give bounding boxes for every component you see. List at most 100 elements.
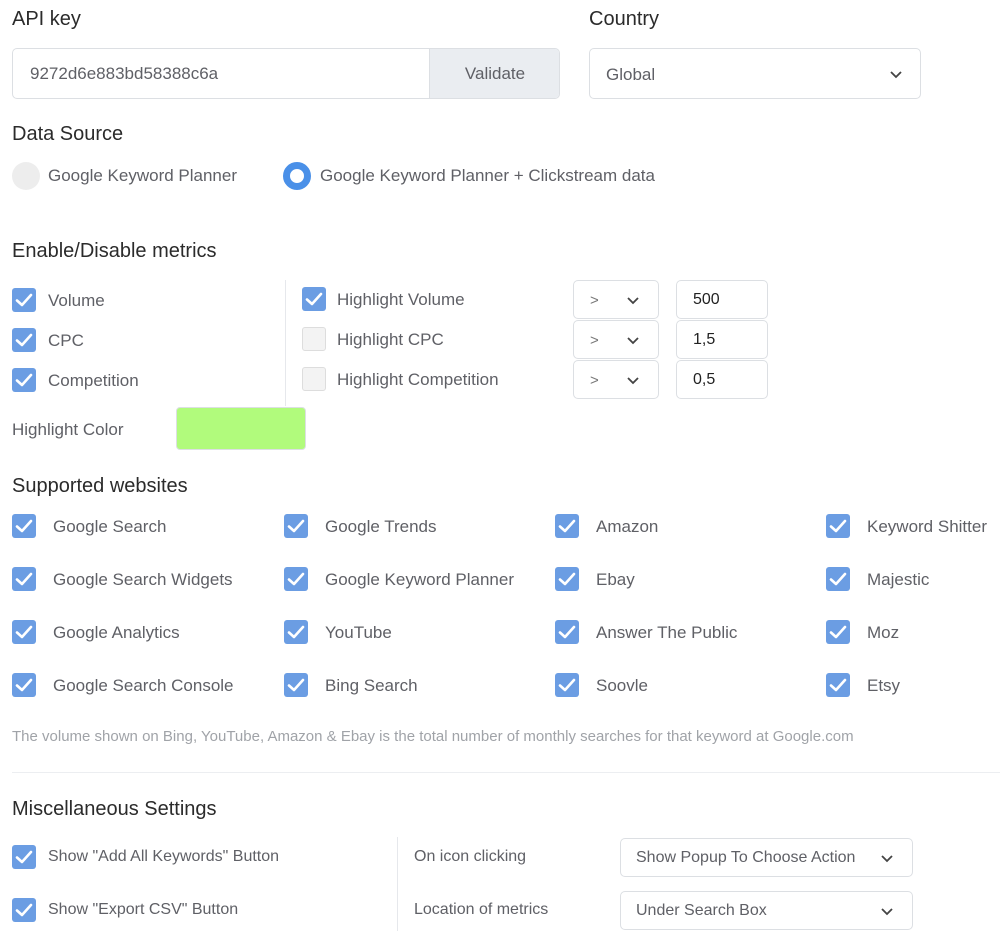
operator-value: > bbox=[590, 292, 599, 309]
website-checkbox[interactable] bbox=[284, 567, 308, 591]
country-selected-value: Global bbox=[606, 65, 656, 84]
threshold-value: 0,5 bbox=[693, 371, 716, 388]
website-checkbox[interactable] bbox=[555, 620, 579, 644]
misc-label: Miscellaneous Settings bbox=[12, 798, 217, 820]
websites-label: Supported websites bbox=[12, 475, 188, 497]
validate-button[interactable]: Validate bbox=[429, 49, 559, 98]
location-of-metrics-select[interactable]: Under Search Box bbox=[620, 891, 913, 930]
cpc-threshold-input[interactable]: 1,5 bbox=[676, 320, 768, 359]
checkmark-icon bbox=[15, 519, 33, 533]
website-checkbox[interactable] bbox=[555, 514, 579, 538]
checkmark-icon bbox=[287, 625, 305, 639]
checkmark-icon bbox=[287, 519, 305, 533]
website-label: Etsy bbox=[867, 676, 901, 695]
on-icon-clicking-label: On icon clicking bbox=[414, 848, 527, 865]
show-add-all-keywords-checkbox[interactable] bbox=[12, 845, 36, 869]
radio-google-keyword-planner[interactable] bbox=[12, 162, 40, 190]
website-label: Soovle bbox=[596, 676, 648, 695]
chevron-down-icon bbox=[627, 337, 639, 345]
volume-checkbox[interactable] bbox=[12, 288, 36, 312]
api-key-input[interactable]: 9272d6e883bd58388c6a bbox=[30, 64, 218, 84]
volume-threshold-input[interactable]: 500 bbox=[676, 280, 768, 319]
country-select[interactable]: Global bbox=[589, 48, 921, 99]
competition-operator-select[interactable]: > bbox=[573, 360, 659, 399]
website-checkbox[interactable] bbox=[12, 620, 36, 644]
checkmark-icon bbox=[558, 572, 576, 586]
chevron-down-icon bbox=[881, 855, 893, 863]
checkmark-icon bbox=[829, 519, 847, 533]
highlight-color-picker[interactable] bbox=[176, 407, 306, 450]
website-checkbox[interactable] bbox=[284, 620, 308, 644]
highlight-color-label: Highlight Color bbox=[12, 420, 124, 439]
website-checkbox[interactable] bbox=[284, 514, 308, 538]
divider bbox=[397, 837, 398, 931]
checkmark-icon bbox=[15, 850, 33, 864]
website-label: YouTube bbox=[325, 623, 392, 642]
cpc-checkbox[interactable] bbox=[12, 328, 36, 352]
website-checkbox[interactable] bbox=[826, 620, 850, 644]
checkbox-label: Highlight CPC bbox=[337, 330, 444, 349]
website-checkbox[interactable] bbox=[826, 567, 850, 591]
website-label: Keyword Shitter bbox=[867, 517, 987, 536]
radio-label: Google Keyword Planner bbox=[48, 166, 238, 185]
location-of-metrics-label: Location of metrics bbox=[414, 901, 549, 918]
website-label: Amazon bbox=[596, 517, 659, 536]
checkmark-icon bbox=[829, 572, 847, 586]
website-label: Google Search Widgets bbox=[53, 570, 233, 589]
website-label: Google Keyword Planner bbox=[325, 570, 515, 589]
api-key-label: API key bbox=[12, 8, 81, 30]
checkmark-icon bbox=[15, 572, 33, 586]
threshold-value: 1,5 bbox=[693, 331, 716, 348]
chevron-down-icon bbox=[890, 71, 902, 79]
website-checkbox[interactable] bbox=[555, 567, 579, 591]
checkmark-icon bbox=[15, 293, 33, 307]
competition-checkbox[interactable] bbox=[12, 368, 36, 392]
checkbox-label: Competition bbox=[48, 371, 139, 390]
website-checkbox[interactable] bbox=[826, 514, 850, 538]
website-checkbox[interactable] bbox=[826, 673, 850, 697]
api-key-group: 9272d6e883bd58388c6a Validate bbox=[12, 48, 560, 99]
highlight-volume-checkbox[interactable] bbox=[302, 287, 326, 311]
website-checkbox[interactable] bbox=[284, 673, 308, 697]
checkbox-label: Show "Add All Keywords" Button bbox=[48, 848, 280, 865]
checkbox-label: Show "Export CSV" Button bbox=[48, 901, 239, 918]
website-checkbox[interactable] bbox=[12, 673, 36, 697]
website-checkbox[interactable] bbox=[12, 567, 36, 591]
checkmark-icon bbox=[287, 678, 305, 692]
checkmark-icon bbox=[15, 333, 33, 347]
website-checkbox[interactable] bbox=[555, 673, 579, 697]
threshold-value: 500 bbox=[693, 291, 720, 308]
website-label: Google Analytics bbox=[53, 623, 180, 642]
radio-label: Google Keyword Planner + Clickstream dat… bbox=[320, 166, 655, 185]
website-label: Bing Search bbox=[325, 676, 418, 695]
checkmark-icon bbox=[305, 292, 323, 306]
data-source-label: Data Source bbox=[12, 123, 124, 145]
cpc-operator-select[interactable]: > bbox=[573, 320, 659, 359]
highlight-cpc-checkbox[interactable] bbox=[302, 327, 326, 351]
website-label: Majestic bbox=[867, 570, 930, 589]
chevron-down-icon bbox=[627, 377, 639, 385]
show-export-csv-checkbox[interactable] bbox=[12, 898, 36, 922]
checkmark-icon bbox=[558, 625, 576, 639]
chevron-down-icon bbox=[881, 908, 893, 916]
website-label: Google Search bbox=[53, 517, 167, 536]
on-icon-clicking-select[interactable]: Show Popup To Choose Action bbox=[620, 838, 913, 877]
checkmark-icon bbox=[15, 903, 33, 917]
divider bbox=[285, 280, 286, 406]
website-label: Ebay bbox=[596, 570, 635, 589]
website-label: Google Trends bbox=[325, 517, 437, 536]
highlight-competition-checkbox[interactable] bbox=[302, 367, 326, 391]
websites-note: The volume shown on Bing, YouTube, Amazo… bbox=[12, 728, 854, 745]
checkmark-icon bbox=[15, 678, 33, 692]
website-label: Moz bbox=[867, 623, 900, 642]
checkmark-icon bbox=[558, 519, 576, 533]
chevron-down-icon bbox=[627, 297, 639, 305]
checkbox-label: CPC bbox=[48, 331, 84, 350]
volume-operator-select[interactable]: > bbox=[573, 280, 659, 319]
section-divider bbox=[12, 772, 1000, 773]
website-checkbox[interactable] bbox=[12, 514, 36, 538]
competition-threshold-input[interactable]: 0,5 bbox=[676, 360, 768, 399]
select-value: Show Popup To Choose Action bbox=[636, 849, 856, 866]
website-label: Google Search Console bbox=[53, 676, 234, 695]
radio-keyword-planner-clickstream[interactable] bbox=[283, 162, 311, 190]
